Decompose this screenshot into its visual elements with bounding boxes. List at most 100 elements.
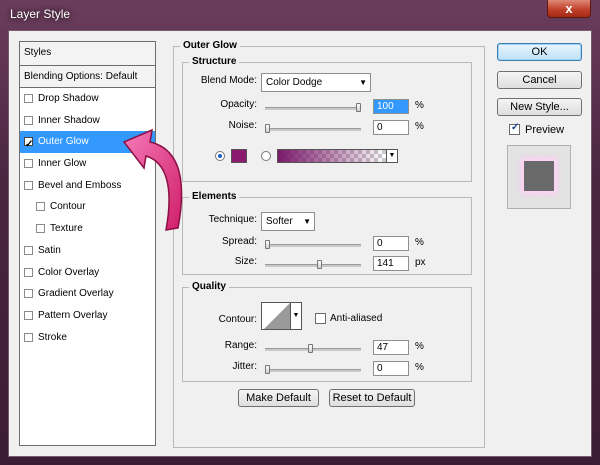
cancel-button[interactable]: Cancel xyxy=(497,71,582,89)
style-checkbox[interactable]: ✓ xyxy=(24,137,33,150)
preview-glow-square xyxy=(524,161,554,191)
technique-value: Softer xyxy=(266,216,293,227)
title-bar[interactable]: Layer Style x xyxy=(0,0,600,28)
make-default-button[interactable]: Make Default xyxy=(238,389,319,407)
chevron-down-icon: ▼ xyxy=(303,217,311,226)
glow-gradient-swatch[interactable] xyxy=(277,149,387,163)
range-input[interactable]: 47 xyxy=(373,340,409,355)
noise-label: Noise: xyxy=(228,120,257,131)
style-checkbox[interactable] xyxy=(24,94,33,103)
new-style-button[interactable]: New Style... xyxy=(497,98,582,116)
style-item-satin[interactable]: Satin xyxy=(20,240,155,262)
range-unit: % xyxy=(415,341,424,352)
style-item-label: Pattern Overlay xyxy=(38,309,108,321)
style-item-gradient-overlay[interactable]: Gradient Overlay xyxy=(20,283,155,305)
contour-dropdown-icon[interactable]: ▼ xyxy=(290,302,302,330)
range-slider[interactable] xyxy=(265,344,361,353)
style-checkbox[interactable] xyxy=(24,159,33,169)
style-item-label: Outer Glow xyxy=(38,136,89,148)
opacity-slider-thumb[interactable] xyxy=(356,103,361,112)
antialiased-checkbox[interactable] xyxy=(315,313,326,324)
gradient-dropdown-icon[interactable]: ▼ xyxy=(386,149,398,163)
style-item-label: Texture xyxy=(50,223,83,235)
range-label: Range: xyxy=(224,340,257,351)
style-checkbox[interactable] xyxy=(24,245,33,255)
blend-mode-label: Blend Mode: xyxy=(200,75,257,86)
elements-group: Elements Technique: Softer ▼ Spread: 0 %… xyxy=(182,191,472,275)
preview-checkbox[interactable] xyxy=(509,122,520,135)
spread-slider-thumb[interactable] xyxy=(265,240,270,249)
blending-options-item[interactable]: Blending Options: Default xyxy=(20,66,155,88)
range-slider-thumb[interactable] xyxy=(307,344,313,353)
blend-mode-value: Color Dodge xyxy=(266,77,323,88)
opacity-label: Opacity: xyxy=(220,99,257,110)
style-item-label: Bevel and Emboss xyxy=(38,179,122,191)
contour-preview[interactable] xyxy=(261,302,291,330)
style-item-label: Drop Shadow xyxy=(38,93,99,104)
opacity-input[interactable]: 100 xyxy=(373,99,409,114)
jitter-input[interactable]: 0 xyxy=(373,361,409,376)
style-item-label: Color Overlay xyxy=(38,266,100,278)
ok-button[interactable]: OK xyxy=(497,43,582,61)
style-item-label: Stroke xyxy=(38,331,67,343)
style-item-stroke[interactable]: Stroke xyxy=(20,327,155,349)
size-slider[interactable] xyxy=(265,260,361,269)
contour-linear-icon xyxy=(264,303,290,329)
outer-glow-title: Outer Glow xyxy=(180,40,240,52)
noise-slider-thumb[interactable] xyxy=(265,124,270,133)
style-checkbox[interactable] xyxy=(36,224,45,234)
style-checkbox[interactable] xyxy=(24,310,33,320)
jitter-label: Jitter: xyxy=(232,361,257,372)
size-unit: px xyxy=(415,257,426,268)
style-item-label: Inner Glow xyxy=(38,158,87,170)
spread-slider[interactable] xyxy=(265,240,361,249)
style-item-label: Inner Shadow xyxy=(38,114,100,126)
style-checkbox[interactable] xyxy=(24,289,33,299)
noise-unit: % xyxy=(415,121,424,132)
quality-title: Quality xyxy=(189,281,229,293)
blend-mode-select[interactable]: Color Dodge ▼ xyxy=(261,73,371,92)
size-slider-thumb[interactable] xyxy=(316,260,322,269)
style-item-color-overlay[interactable]: Color Overlay xyxy=(20,262,155,284)
noise-slider[interactable] xyxy=(265,124,361,133)
style-item-pattern-overlay[interactable]: Pattern Overlay xyxy=(20,305,155,327)
layer-style-window: Layer Style x Styles Blending Options: D… xyxy=(0,0,600,465)
quality-group: Quality Contour: ▼ Anti-aliased Range: 4… xyxy=(182,281,472,382)
technique-label: Technique: xyxy=(208,214,257,225)
structure-title: Structure xyxy=(189,56,240,68)
style-item-label: Gradient Overlay xyxy=(38,288,114,300)
glow-color-swatch[interactable] xyxy=(231,149,247,163)
gradient-radio[interactable] xyxy=(261,151,271,161)
noise-input[interactable]: 0 xyxy=(373,120,409,135)
jitter-unit: % xyxy=(415,362,424,373)
technique-select[interactable]: Softer ▼ xyxy=(261,212,315,231)
styles-header[interactable]: Styles xyxy=(20,42,155,66)
window-title: Layer Style xyxy=(10,7,71,21)
style-preview xyxy=(507,145,571,209)
opacity-unit: % xyxy=(415,100,424,111)
style-item-drop-shadow[interactable]: Drop Shadow xyxy=(20,88,155,110)
size-label: Size: xyxy=(234,256,257,267)
size-input[interactable]: 141 xyxy=(373,256,409,271)
antialiased-label: Anti-aliased xyxy=(330,313,383,324)
jitter-slider-thumb[interactable] xyxy=(265,365,270,374)
preview-label: Preview xyxy=(525,124,565,136)
annotation-arrow xyxy=(122,128,183,231)
solid-color-radio[interactable] xyxy=(215,151,225,161)
structure-group: Structure Blend Mode: Color Dodge ▼ Opac… xyxy=(182,56,472,182)
spread-unit: % xyxy=(415,237,424,248)
contour-label: Contour: xyxy=(218,314,257,325)
style-checkbox[interactable] xyxy=(36,202,45,212)
close-button[interactable]: x xyxy=(547,0,591,18)
spread-input[interactable]: 0 xyxy=(373,236,409,251)
reset-to-default-button[interactable]: Reset to Default xyxy=(329,389,415,407)
chevron-down-icon: ▼ xyxy=(359,78,367,87)
style-checkbox[interactable] xyxy=(24,267,33,277)
style-checkbox[interactable] xyxy=(24,332,33,342)
dialog-client: Styles Blending Options: Default Drop Sh… xyxy=(8,30,592,457)
style-checkbox[interactable] xyxy=(24,180,33,190)
style-item-label: Satin xyxy=(38,244,61,256)
style-checkbox[interactable] xyxy=(24,115,33,125)
opacity-slider[interactable] xyxy=(265,103,361,112)
jitter-slider[interactable] xyxy=(265,365,361,374)
